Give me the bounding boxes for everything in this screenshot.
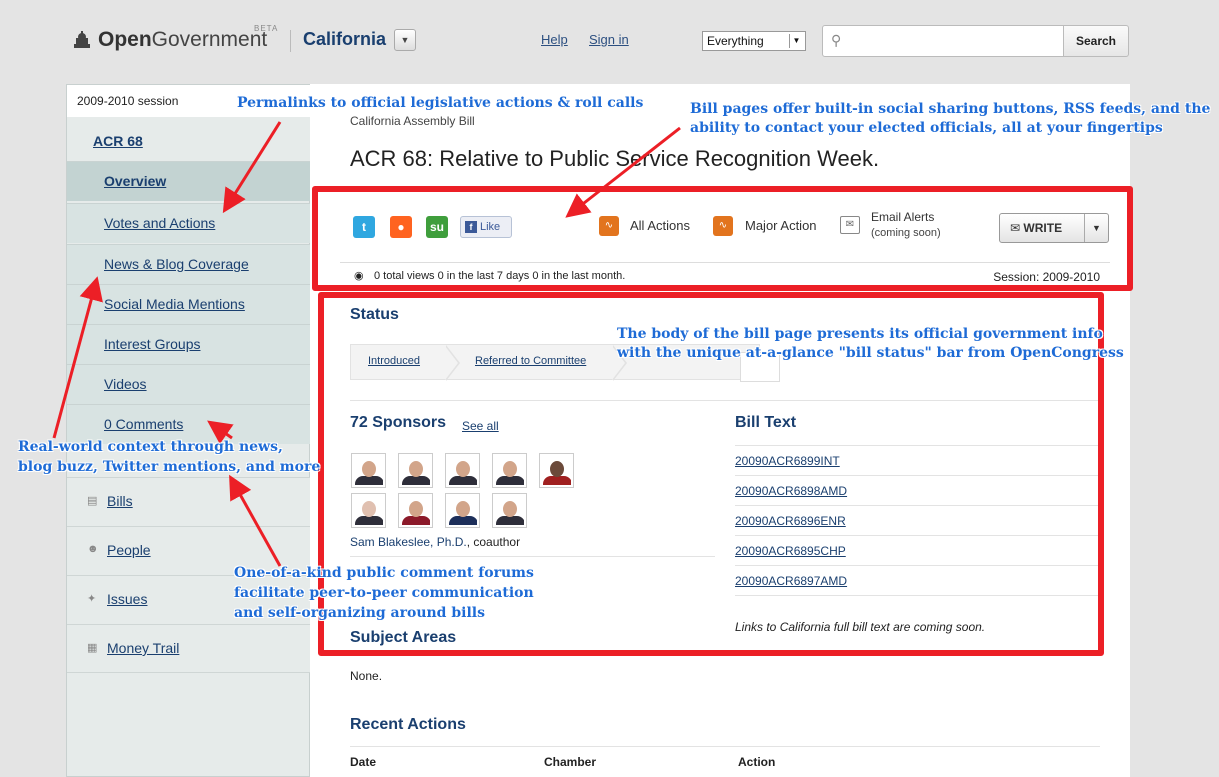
sidebar-item-label: Money Trail [107, 640, 180, 656]
column-header-action: Action [738, 755, 776, 769]
search-icon: ⚲ [831, 32, 842, 48]
sidebar-item-label: Overview [104, 173, 167, 189]
search-button[interactable]: Search [1063, 25, 1129, 57]
issues-icon: ✦ [87, 593, 97, 605]
capitol-icon [72, 30, 92, 50]
bills-icon: ▤ [87, 495, 98, 507]
site-logo[interactable]: Open Government [72, 28, 267, 52]
sign-in-link[interactable]: Sign in [589, 32, 629, 47]
sidebar-item-label: News & Blog Coverage [104, 256, 249, 272]
sidebar-item-videos[interactable]: Videos [67, 364, 311, 404]
sidebar-item-social-media-mentions[interactable]: Social Media Mentions [67, 284, 311, 324]
search-scope-value: Everything [707, 34, 764, 48]
sidebar-item-interest-groups[interactable]: Interest Groups [67, 324, 311, 364]
divider [350, 746, 1100, 747]
sidebar-item-label: Videos [104, 376, 147, 392]
search-input[interactable]: ⚲ [822, 25, 1064, 57]
page-title: ACR 68: Relative to Public Service Recog… [350, 146, 880, 171]
annotation-social-line-2: ability to contact your elected official… [690, 120, 1163, 136]
sidebar-item-news-blog-coverage[interactable]: News & Blog Coverage [67, 244, 311, 284]
annotation-body-line-2: with the unique at-a-glance "bill status… [617, 345, 1124, 361]
sidebar-item-label: People [107, 542, 151, 558]
sidebar-item-label: Issues [107, 591, 148, 607]
sidebar-item-comments[interactable]: 0 Comments [67, 404, 311, 444]
annotation-social-line-1: Bill pages offer built-in social sharing… [690, 101, 1211, 117]
annotation-forums-line-3: and self-organizing around bills [234, 605, 485, 621]
sidebar-item-label: Votes and Actions [104, 215, 216, 231]
column-header-chamber: Chamber [544, 755, 597, 769]
beta-label: BETA [254, 24, 279, 33]
sidebar-item-overview[interactable]: Overview [67, 161, 311, 201]
sidebar: 2009-2010 session ACR 68 Overview Votes … [66, 84, 311, 777]
state-dropdown-button[interactable]: ▼ [394, 29, 416, 51]
annotation-body-line-1: The body of the bill page presents its o… [617, 326, 1103, 342]
annotation-context-line-1: Real-world context through news, [18, 439, 283, 455]
sidebar-item-votes-and-actions[interactable]: Votes and Actions [67, 203, 311, 243]
sidebar-item-label: Bills [107, 493, 133, 509]
header-divider [290, 30, 291, 52]
annotation-box-toolbar [312, 186, 1133, 291]
state-name: California [303, 29, 387, 49]
sidebar-item-money-trail[interactable]: ▦ Money Trail [67, 624, 311, 673]
annotation-forums-line-1: One-of-a-kind public comment forums [234, 565, 534, 581]
annotation-permalinks: Permalinks to official legislative actio… [237, 95, 644, 111]
sidebar-item-label: Social Media Mentions [104, 296, 245, 312]
help-link[interactable]: Help [541, 32, 568, 47]
annotation-context-line-2: blog buzz, Twitter mentions, and more [18, 459, 321, 475]
logo-text-open: Open [98, 28, 152, 51]
site-header: Open Government BETA California ▼ Help Si… [0, 0, 1219, 80]
annotation-forums-line-2: facilitate peer-to-peer communication [234, 585, 534, 601]
search-scope-select[interactable]: Everything ▼ [702, 31, 806, 51]
sidebar-item-label: Interest Groups [104, 336, 201, 352]
column-header-date: Date [350, 755, 377, 769]
people-icon: ☻ [87, 543, 99, 555]
money-trail-icon: ▦ [87, 642, 98, 654]
bill-id-link[interactable]: ACR 68 [93, 133, 143, 149]
recent-actions-heading: Recent Actions [350, 716, 466, 733]
chevron-down-icon: ▼ [400, 35, 410, 45]
logo-text-government: Government [151, 28, 268, 51]
chevron-down-icon: ▼ [789, 34, 803, 48]
sidebar-item-label: 0 Comments [104, 416, 184, 432]
bill-kicker: California Assembly Bill [350, 114, 475, 128]
subject-areas-value: None. [350, 669, 383, 683]
sidebar-item-bills[interactable]: ▤ Bills [67, 477, 311, 526]
